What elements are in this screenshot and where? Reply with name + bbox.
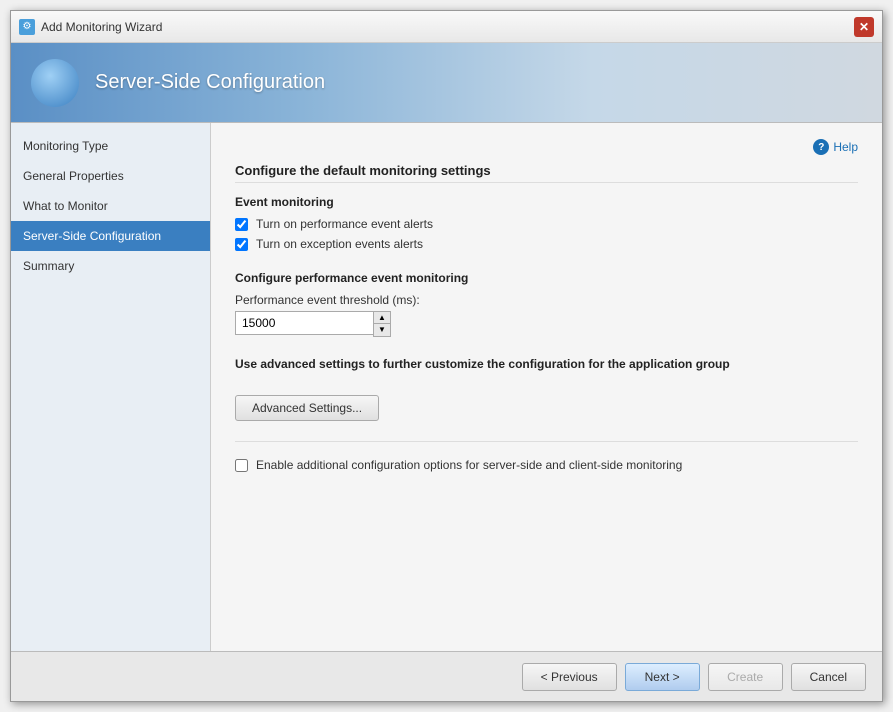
- advanced-settings-section: Use advanced settings to further customi…: [235, 357, 858, 421]
- divider: [235, 441, 858, 442]
- next-button[interactable]: Next >: [625, 663, 700, 691]
- window-icon: ⚙: [19, 19, 35, 35]
- title-bar: ⚙ Add Monitoring Wizard ✕: [11, 11, 882, 43]
- threshold-input[interactable]: [235, 311, 373, 335]
- advanced-settings-button[interactable]: Advanced Settings...: [235, 395, 379, 421]
- sidebar: Monitoring Type General Properties What …: [11, 123, 211, 651]
- header-title: Server-Side Configuration: [95, 71, 325, 94]
- previous-button[interactable]: < Previous: [522, 663, 617, 691]
- event-monitoring-label: Event monitoring: [235, 195, 858, 209]
- close-button[interactable]: ✕: [854, 17, 874, 37]
- spin-down-button[interactable]: ▼: [374, 324, 390, 336]
- exception-alerts-row: Turn on exception events alerts: [235, 237, 858, 251]
- sidebar-item-summary[interactable]: Summary: [11, 251, 210, 281]
- footer: < Previous Next > Create Cancel: [11, 651, 882, 701]
- window-title: Add Monitoring Wizard: [41, 20, 854, 34]
- threshold-label: Performance event threshold (ms):: [235, 293, 858, 307]
- performance-event-section: Configure performance event monitoring P…: [235, 271, 858, 337]
- wizard-window: ⚙ Add Monitoring Wizard ✕ Server-Side Co…: [10, 10, 883, 702]
- sidebar-item-monitoring-type[interactable]: Monitoring Type: [11, 131, 210, 161]
- threshold-input-wrapper: ▲ ▼: [235, 311, 395, 337]
- help-label: Help: [833, 140, 858, 154]
- help-button[interactable]: ? Help: [813, 139, 858, 155]
- sidebar-item-what-to-monitor[interactable]: What to Monitor: [11, 191, 210, 221]
- header-icon: [31, 59, 79, 107]
- advanced-settings-label: Use advanced settings to further customi…: [235, 357, 858, 371]
- sidebar-item-server-side-config[interactable]: Server-Side Configuration: [11, 221, 210, 251]
- main-content: ? Help Configure the default monitoring …: [211, 123, 882, 651]
- exception-alerts-checkbox[interactable]: [235, 238, 248, 251]
- additional-options-label: Enable additional configuration options …: [256, 458, 682, 472]
- spin-up-button[interactable]: ▲: [374, 312, 390, 324]
- performance-alerts-checkbox[interactable]: [235, 218, 248, 231]
- header-banner: Server-Side Configuration: [11, 43, 882, 123]
- additional-options-row: Enable additional configuration options …: [235, 458, 858, 472]
- help-link-container: ? Help: [235, 139, 858, 155]
- performance-alerts-row: Turn on performance event alerts: [235, 217, 858, 231]
- performance-event-label: Configure performance event monitoring: [235, 271, 858, 285]
- spin-buttons: ▲ ▼: [373, 311, 391, 337]
- help-icon: ?: [813, 139, 829, 155]
- exception-alerts-label: Turn on exception events alerts: [256, 237, 423, 251]
- page-title: Configure the default monitoring setting…: [235, 163, 858, 183]
- create-button[interactable]: Create: [708, 663, 783, 691]
- performance-alerts-label: Turn on performance event alerts: [256, 217, 433, 231]
- sidebar-item-general-properties[interactable]: General Properties: [11, 161, 210, 191]
- additional-options-checkbox[interactable]: [235, 459, 248, 472]
- event-monitoring-section: Event monitoring Turn on performance eve…: [235, 195, 858, 251]
- cancel-button[interactable]: Cancel: [791, 663, 866, 691]
- body: Monitoring Type General Properties What …: [11, 123, 882, 651]
